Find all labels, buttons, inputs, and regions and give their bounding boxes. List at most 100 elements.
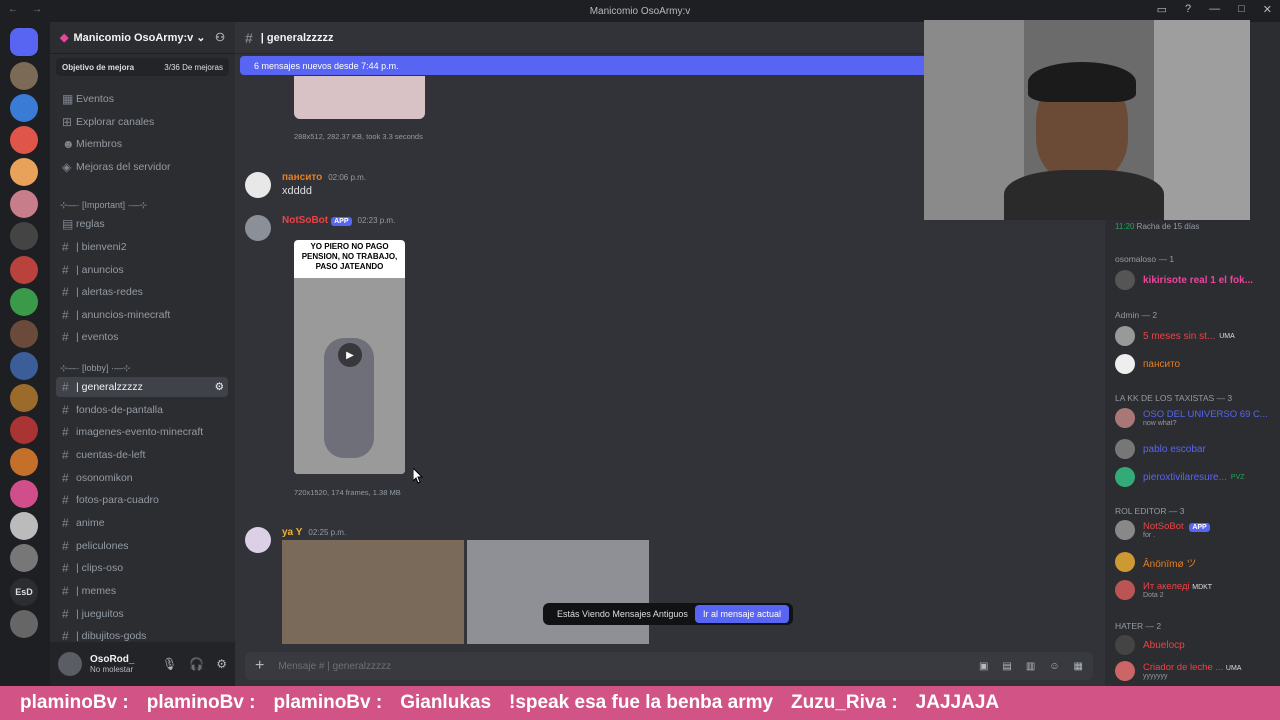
channel-item[interactable]: # imagenes-evento-minecraft	[56, 422, 228, 442]
maximize-button[interactable]: □	[1238, 3, 1245, 16]
new-messages-bar[interactable]: 6 mensajes nuevos desde 7:44 p.m.	[240, 56, 930, 75]
boost-goal[interactable]: Objetivo de mejora 3/36 De mejoras	[56, 58, 229, 76]
member-tag: MDKT	[1192, 584, 1213, 591]
server-icon[interactable]	[10, 222, 38, 250]
settings-icon[interactable]: ⚙	[215, 381, 224, 393]
channel-item[interactable]: # | anuncios	[56, 260, 228, 280]
channel-item[interactable]: ▤ reglas	[56, 214, 228, 234]
category-lobby[interactable]: ⊹—· [lobby] ·—⊹	[60, 363, 131, 374]
channel-item[interactable]: # | bienveni2	[56, 237, 228, 257]
server-icon[interactable]	[10, 62, 38, 90]
server-icon[interactable]	[10, 320, 38, 348]
member-item[interactable]: NotSoBot APP for .	[1115, 520, 1275, 540]
nav-browse-channels[interactable]: ⊞ Explorar canales	[56, 112, 228, 132]
channel-label: | eventos	[76, 331, 119, 343]
nav-boosts[interactable]: ◈ Mejoras del servidor	[56, 157, 228, 177]
sticker-icon[interactable]: ▥	[1026, 661, 1035, 672]
gif-icon[interactable]: ▤	[1002, 661, 1011, 672]
image-attachment[interactable]	[467, 540, 649, 644]
server-icon[interactable]	[10, 190, 38, 218]
invite-icon[interactable]: ⚇	[215, 31, 225, 44]
forward-icon[interactable]: →	[32, 4, 42, 15]
server-icon[interactable]	[10, 480, 38, 508]
jump-to-present-button[interactable]: Ir al mensaje actual	[694, 605, 789, 623]
member-item[interactable]: Ânönïmø ツ	[1115, 552, 1275, 572]
message-author[interactable]: пансито 02:06 p.m.	[282, 172, 366, 183]
channel-item[interactable]: # | jueguitos	[56, 604, 228, 624]
previous-attachment[interactable]	[294, 76, 425, 119]
close-button[interactable]: ✕	[1263, 3, 1272, 16]
server-icon[interactable]	[10, 94, 38, 122]
server-icon[interactable]	[10, 288, 38, 316]
channel-item[interactable]: # anime	[56, 513, 228, 533]
server-icon[interactable]: EsD	[10, 578, 38, 606]
channel-item[interactable]: # fotos-para-cuadro	[56, 490, 228, 510]
member-name: pieroxtivilaresure...	[1143, 471, 1227, 483]
window-title: Manicomio OsoArmy:v	[589, 5, 691, 17]
avatar[interactable]	[245, 172, 271, 198]
channel-item[interactable]: # fondos-de-pantalla	[56, 400, 228, 420]
server-icon[interactable]	[10, 448, 38, 476]
back-icon[interactable]: ←	[8, 4, 18, 15]
apps-icon[interactable]: ▦	[1074, 661, 1083, 672]
message-composer[interactable]: + Mensaje # | generalzzzzz ▣ ▤ ▥ ☺ ▦	[245, 652, 1093, 680]
play-icon[interactable]: ▶	[338, 343, 362, 367]
server-icon[interactable]	[10, 158, 38, 186]
message-author[interactable]: ya Y 02:25 p.m.	[282, 527, 346, 538]
plus-icon[interactable]: +	[255, 657, 264, 675]
microphone-icon[interactable]: 🎙	[162, 657, 177, 671]
gear-icon[interactable]: ⚙	[216, 657, 227, 671]
emoji-icon[interactable]: ☺	[1049, 661, 1059, 672]
member-item[interactable]: Criador de leche ... UMA yyyyyyy	[1115, 661, 1275, 681]
member-item[interactable]: pablo escobar	[1115, 439, 1275, 459]
channel-item[interactable]: # | eventos	[56, 327, 228, 347]
gift-icon[interactable]: ▣	[979, 661, 988, 672]
avatar	[1115, 635, 1135, 655]
server-icon[interactable]	[10, 256, 38, 284]
nav-events[interactable]: ▦ Eventos	[56, 89, 228, 109]
image-attachment[interactable]	[282, 540, 464, 644]
member-item[interactable]: Ит акеледі MDKT Dota 2	[1115, 580, 1275, 600]
nav-members[interactable]: ☻ Miembros	[56, 134, 228, 154]
channel-item[interactable]: # | memes	[56, 581, 228, 601]
server-icon[interactable]	[10, 512, 38, 540]
channel-item[interactable]: # osonomikon	[56, 468, 228, 488]
avatar	[1115, 354, 1135, 374]
avatar[interactable]	[245, 527, 271, 553]
member-name: pablo escobar	[1143, 443, 1206, 455]
inbox-icon[interactable]: ▭	[1157, 3, 1167, 16]
server-icon[interactable]	[10, 126, 38, 154]
message-author[interactable]: NotSoBot APP 02:23 p.m.	[282, 215, 395, 226]
channel-item[interactable]: # | anuncios-minecraft	[56, 305, 228, 325]
member-item[interactable]: kikirisote real 1 el fok...	[1115, 270, 1275, 290]
server-icon[interactable]	[10, 610, 38, 638]
channel-item[interactable]: # peliculones	[56, 536, 228, 556]
member-item[interactable]: OSO DEL UNIVERSO 69 C... now what?	[1115, 408, 1275, 428]
avatar[interactable]	[58, 652, 82, 676]
member-item[interactable]: 5 meses sin st... UMA	[1115, 326, 1275, 346]
user-panel: OsoRod_ No molestar 🎙 🎧 ⚙	[50, 642, 235, 686]
server-header[interactable]: ◆ Manicomio OsoArmy:v ⌄ ⚇	[50, 22, 235, 54]
meme-video[interactable]: YO PIERO NO PAGO PENSION, NO TRABAJO, PA…	[294, 240, 405, 474]
member-item[interactable]: Abuelocp	[1115, 635, 1275, 655]
minimize-button[interactable]: —	[1209, 3, 1220, 16]
channel-item-selected[interactable]: # | generalzzzzz ⚙	[56, 377, 228, 397]
member-name: NotSoBot	[1143, 521, 1184, 532]
avatar[interactable]	[245, 215, 271, 241]
member-activity: Dota 2	[1143, 592, 1164, 599]
channel-item[interactable]: # | alertas-redes	[56, 282, 228, 302]
member-item[interactable]: пансито	[1115, 354, 1275, 374]
category-important[interactable]: ⊹—· [Important] ·—⊹	[60, 200, 147, 211]
server-icon[interactable]	[10, 416, 38, 444]
discord-home-icon[interactable]	[10, 28, 38, 56]
channel-item[interactable]: # | clips-oso	[56, 558, 228, 578]
channel-label: fondos-de-pantalla	[76, 404, 163, 416]
server-icon[interactable]	[10, 384, 38, 412]
help-icon[interactable]: ?	[1185, 3, 1191, 16]
server-icon[interactable]	[10, 544, 38, 572]
webcam-poster	[1154, 20, 1250, 220]
channel-item[interactable]: # cuentas-de-left	[56, 445, 228, 465]
headphones-icon[interactable]: 🎧	[189, 657, 204, 671]
member-item[interactable]: pieroxtivilaresure... PVZ	[1115, 467, 1275, 487]
server-icon[interactable]	[10, 352, 38, 380]
